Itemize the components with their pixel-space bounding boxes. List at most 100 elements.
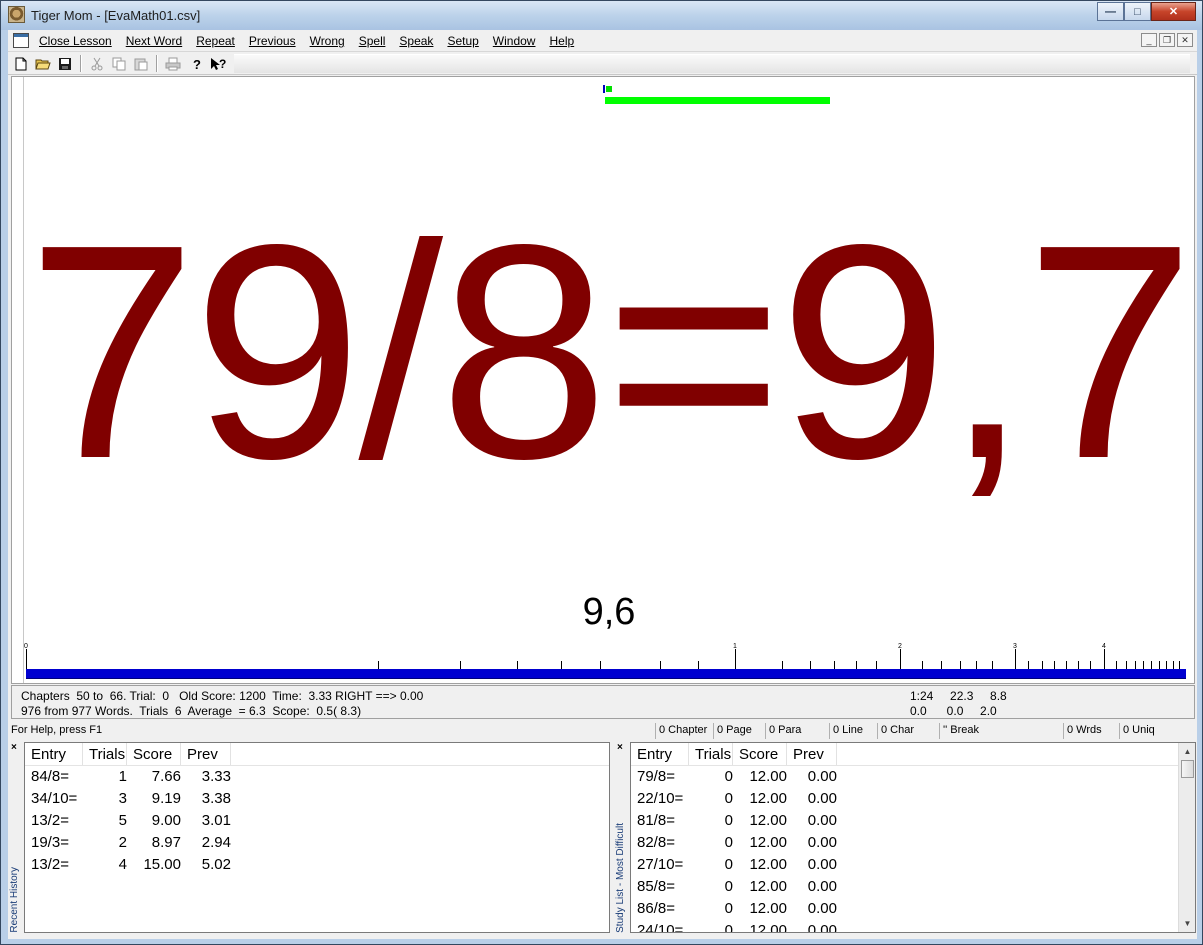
close-pane-icon[interactable]: × xyxy=(11,742,17,753)
column-header-prev[interactable]: Prev xyxy=(787,743,837,765)
list-item[interactable]: 19/3= 2 8.97 2.94 xyxy=(25,832,609,854)
column-header-entry[interactable]: Entry xyxy=(25,743,83,765)
scale-minor-tick xyxy=(1028,661,1029,669)
list-item[interactable]: 24/10= 0 12.00 0.00 xyxy=(631,920,1195,933)
menu-repeat[interactable]: Repeat xyxy=(196,34,235,48)
recent-history-list[interactable]: Entry Trials Score Prev 84/8= 1 7.66 3.33 34/10=… xyxy=(24,742,610,933)
scale-minor-tick xyxy=(1159,661,1160,669)
context-help-icon[interactable]: ? xyxy=(210,55,228,72)
open-folder-icon[interactable] xyxy=(34,55,52,72)
scale-minor-tick xyxy=(922,661,923,669)
cell-score: 12.00 xyxy=(749,790,787,807)
column-header-trials[interactable]: Trials xyxy=(689,743,733,765)
document-icon[interactable] xyxy=(13,33,29,48)
child-minimize-button[interactable]: _ xyxy=(1141,33,1157,47)
list-item[interactable]: 27/10= 0 12.00 0.00 xyxy=(631,854,1195,876)
tiger-app-icon[interactable] xyxy=(8,6,25,23)
scale-minor-tick xyxy=(856,661,857,669)
menu-help[interactable]: Help xyxy=(549,34,574,48)
progress-cursor xyxy=(603,85,605,93)
close-pane-icon[interactable]: × xyxy=(617,742,623,753)
menu-previous[interactable]: Previous xyxy=(249,34,296,48)
save-disk-icon[interactable] xyxy=(56,55,74,72)
column-header-prev[interactable]: Prev xyxy=(181,743,231,765)
cell-entry: 85/8= xyxy=(637,878,675,895)
cell-trials: 2 xyxy=(118,834,127,851)
cell-entry: 82/8= xyxy=(637,834,675,851)
svg-text:?: ? xyxy=(219,57,226,71)
cell-entry: 22/10= xyxy=(637,790,684,807)
list-item[interactable]: 22/10= 0 12.00 0.00 xyxy=(631,788,1195,810)
menu-close-lesson[interactable]: Close Lesson xyxy=(39,34,112,48)
list-item[interactable]: 81/8= 0 12.00 0.00 xyxy=(631,810,1195,832)
cell-prev: 0.00 xyxy=(807,812,837,829)
scale-minor-tick xyxy=(600,661,601,669)
title-bar[interactable]: Tiger Mom - [EvaMath01.csv] — □ ✕ xyxy=(1,1,1202,30)
recent-history-sidebar: × Recent History xyxy=(8,741,23,935)
menu-setup[interactable]: Setup xyxy=(447,34,478,48)
menu-items: Close Lesson Next Word Repeat Previous Wrong… xyxy=(39,34,588,48)
cell-entry: 24/10= xyxy=(637,922,684,933)
cell-prev: 0.00 xyxy=(807,856,837,873)
print-icon[interactable] xyxy=(164,55,182,72)
recent-history-label: Recent History xyxy=(9,867,20,933)
scale-minor-tick xyxy=(561,661,562,669)
scroll-thumb[interactable] xyxy=(1181,760,1194,778)
maximize-button[interactable]: □ xyxy=(1124,2,1151,21)
study-list-label: Study List - Most Difficult xyxy=(615,823,626,933)
flashcard-canvas[interactable]: 79/8=9,7 9,6 0 1 2 3 4 xyxy=(11,76,1195,684)
cell-prev: 0.00 xyxy=(807,900,837,917)
scale-tick-label: 1 xyxy=(733,643,737,650)
scale-minor-tick xyxy=(1135,661,1136,669)
list-item[interactable]: 13/2= 5 9.00 3.01 xyxy=(25,810,609,832)
scroll-up-icon[interactable]: ▲ xyxy=(1180,744,1195,759)
list-item[interactable]: 85/8= 0 12.00 0.00 xyxy=(631,876,1195,898)
scroll-down-icon[interactable]: ▼ xyxy=(1180,916,1195,931)
status-char: 0 Char xyxy=(877,723,939,739)
help-icon[interactable]: ? xyxy=(188,55,206,72)
cell-entry: 19/3= xyxy=(31,834,69,851)
column-header-score[interactable]: Score xyxy=(733,743,787,765)
list-item[interactable]: 34/10= 3 9.19 3.38 xyxy=(25,788,609,810)
cell-trials: 0 xyxy=(724,812,733,829)
scale-minor-tick xyxy=(460,661,461,669)
vertical-scrollbar[interactable]: ▲ ▼ xyxy=(1178,743,1195,932)
menu-speak[interactable]: Speak xyxy=(399,34,433,48)
menu-spell[interactable]: Spell xyxy=(359,34,386,48)
copy-icon[interactable] xyxy=(110,55,128,72)
cell-trials: 0 xyxy=(724,856,733,873)
paste-icon[interactable] xyxy=(132,55,150,72)
typed-answer: 9,6 xyxy=(582,591,636,633)
menu-window[interactable]: Window xyxy=(493,34,536,48)
cell-score: 12.00 xyxy=(749,878,787,895)
new-file-icon[interactable] xyxy=(12,55,30,72)
close-window-button[interactable]: ✕ xyxy=(1151,2,1196,21)
cell-entry: 34/10= xyxy=(31,790,78,807)
cell-score: 12.00 xyxy=(749,900,787,917)
list-item[interactable]: 79/8= 0 12.00 0.00 xyxy=(631,766,1195,788)
menu-wrong[interactable]: Wrong xyxy=(310,34,345,48)
cell-score: 12.00 xyxy=(749,856,787,873)
column-header-trials[interactable]: Trials xyxy=(83,743,127,765)
study-list-sidebar: × Study List - Most Difficult xyxy=(614,741,629,935)
cell-score: 7.66 xyxy=(151,768,181,785)
list-item[interactable]: 84/8= 1 7.66 3.33 xyxy=(25,766,609,788)
list-header: Entry Trials Score Prev xyxy=(631,743,1195,766)
list-item[interactable]: 13/2= 4 15.00 5.02 xyxy=(25,854,609,876)
column-header-entry[interactable]: Entry xyxy=(631,743,689,765)
progress-marker xyxy=(606,86,612,92)
toolbar-separator xyxy=(156,55,158,72)
list-item[interactable]: 86/8= 0 12.00 0.00 xyxy=(631,898,1195,920)
cut-icon[interactable] xyxy=(88,55,106,72)
menu-next-word[interactable]: Next Word xyxy=(126,34,182,48)
column-header-score[interactable]: Score xyxy=(127,743,181,765)
toolbar: ? ? xyxy=(8,52,1197,75)
cell-trials: 0 xyxy=(724,768,733,785)
minimize-button[interactable]: — xyxy=(1097,2,1124,21)
list-item[interactable]: 82/8= 0 12.00 0.00 xyxy=(631,832,1195,854)
child-restore-button[interactable]: ❐ xyxy=(1159,33,1175,47)
cell-score: 9.00 xyxy=(151,812,181,829)
cell-entry: 27/10= xyxy=(637,856,684,873)
child-close-button[interactable]: ✕ xyxy=(1177,33,1193,47)
study-list-list[interactable]: Entry Trials Score Prev 79/8= 0 12.00 0.00 22/10… xyxy=(630,742,1196,933)
